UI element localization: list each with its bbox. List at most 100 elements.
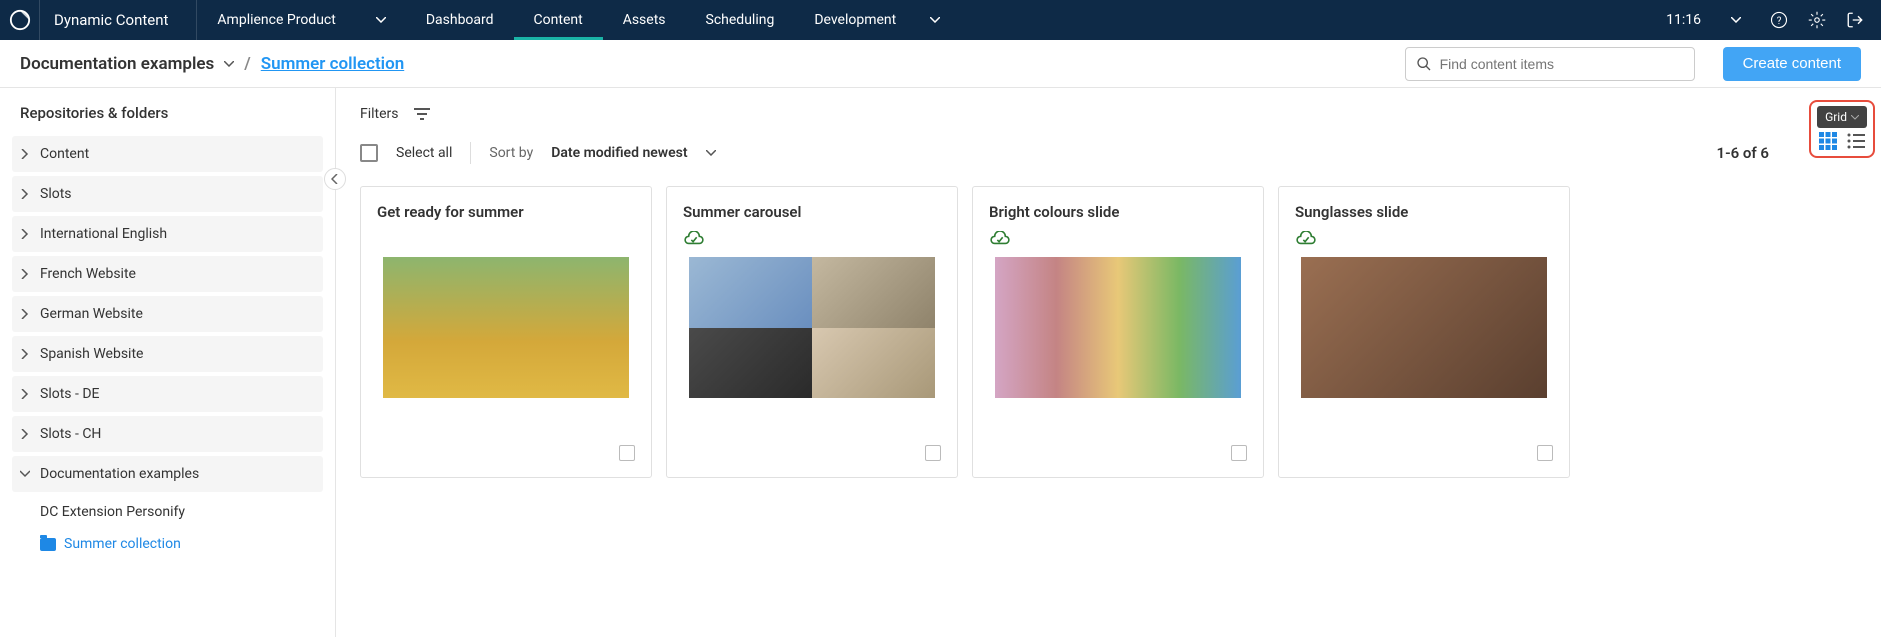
tree-item[interactable]: German Website [12,296,323,332]
tree-item-label: French Website [40,266,136,282]
chevron-right-icon [20,229,30,239]
tree-item[interactable]: Slots - DE [12,376,323,412]
card-thumbnail [995,257,1241,398]
select-all-label[interactable]: Select all [396,145,452,161]
cards-grid: Get ready for summer Summer carousel Brigh… [360,186,1857,478]
content-card[interactable]: Bright colours slide [972,186,1264,478]
chevron-down-icon[interactable] [706,150,716,156]
breadcrumb-root[interactable]: Documentation examples [20,54,214,74]
content-card[interactable]: Get ready for summer [360,186,652,478]
breadcrumb-sep: / [244,54,250,74]
card-thumbnail [689,257,935,398]
tree-item-label: Slots [40,186,72,202]
tree-item-label: Spanish Website [40,346,143,362]
tree-item-label: German Website [40,306,143,322]
chevron-right-icon [20,429,30,439]
main-area: Repositories & folders Content Slots Inter… [0,88,1881,637]
product-switcher[interactable]: Amplience Product [197,12,405,28]
development-label: Development [814,12,896,28]
chevron-down-icon [1851,115,1859,120]
top-nav: Dynamic Content Amplience Product Dashbo… [0,0,1881,40]
list-view-icon[interactable] [1847,132,1865,150]
nav-tabs: Dashboard Content Assets Scheduling [406,0,795,40]
chevron-right-icon [20,309,30,319]
product-label: Amplience Product [217,12,335,28]
tree-item[interactable]: Content [12,136,323,172]
card-title: Sunglasses slide [1295,203,1553,221]
help-icon[interactable]: ? [1769,10,1789,30]
select-all-checkbox[interactable] [360,144,378,162]
chevron-down-icon[interactable] [224,61,234,67]
search-icon [1416,56,1432,72]
app-logo[interactable] [0,0,40,40]
chevron-down-icon [1731,17,1741,23]
breadcrumb: Documentation examples / Summer collecti… [20,54,404,74]
nav-right: 11:16 ? [1666,10,1881,30]
filters-row: Filters [360,106,1857,122]
content-card[interactable]: Summer carousel [666,186,958,478]
card-checkbox[interactable] [619,445,635,461]
published-badge [683,231,941,247]
sort-by-label: Sort by [489,145,533,161]
filters-label[interactable]: Filters [360,106,399,122]
breadcrumb-bar: Documentation examples / Summer collecti… [0,40,1881,88]
tab-content[interactable]: Content [514,0,603,40]
collapse-sidebar-button[interactable] [324,168,346,190]
create-content-button[interactable]: Create content [1723,47,1861,81]
chevron-left-icon [331,174,339,184]
gear-icon[interactable] [1807,10,1827,30]
content-card[interactable]: Sunglasses slide [1278,186,1570,478]
breadcrumb-current[interactable]: Summer collection [261,54,404,74]
grid-view-icon[interactable] [1819,132,1837,150]
brand-name[interactable]: Dynamic Content [40,0,197,40]
result-count: 1-6 of 6 [1717,144,1770,162]
development-menu[interactable]: Development [794,12,960,28]
sidebar: Repositories & folders Content Slots Inter… [0,88,336,637]
cloud-published-icon [683,231,705,247]
svg-text:?: ? [1777,16,1782,27]
tab-scheduling[interactable]: Scheduling [686,0,795,40]
tree-sub-label: Summer collection [64,536,181,552]
card-checkbox[interactable] [1231,445,1247,461]
card-title: Summer carousel [683,203,941,221]
grid-tooltip: Grid [1817,106,1867,128]
published-badge [1295,231,1553,247]
card-thumbnail [1301,257,1547,398]
chevron-right-icon [20,189,30,199]
tree-sub-item[interactable]: Summer collection [12,528,323,560]
time-display[interactable]: 11:16 [1666,12,1751,28]
filter-icon[interactable] [413,107,431,121]
chevron-right-icon [20,389,30,399]
tree-item[interactable]: Documentation examples [12,456,323,492]
view-toggle-highlight: Grid [1809,100,1875,158]
card-title: Bright colours slide [989,203,1247,221]
card-checkbox[interactable] [925,445,941,461]
chevron-down-icon [20,469,30,479]
card-checkbox[interactable] [1537,445,1553,461]
tree-item[interactable]: French Website [12,256,323,292]
time-value: 11:16 [1666,12,1701,28]
logout-icon[interactable] [1845,10,1865,30]
tab-assets[interactable]: Assets [603,0,686,40]
tree-item[interactable]: Spanish Website [12,336,323,372]
divider [470,142,471,164]
sort-value[interactable]: Date modified newest [551,145,687,161]
tab-dashboard[interactable]: Dashboard [406,0,514,40]
chevron-down-icon [376,17,386,23]
chevron-right-icon [20,269,30,279]
search-input[interactable] [1440,56,1684,72]
tree-item[interactable]: Slots [12,176,323,212]
sidebar-title: Repositories & folders [12,104,323,136]
tree-item[interactable]: International English [12,216,323,252]
cloud-published-icon [989,231,1011,247]
card-title: Get ready for summer [377,203,635,221]
search-box[interactable] [1405,47,1695,81]
tree-item[interactable]: Slots - CH [12,416,323,452]
tree-sub-label: DC Extension Personify [40,504,185,520]
tree-sub-item[interactable]: DC Extension Personify [12,496,323,528]
tree-item-label: Slots - DE [40,386,99,402]
chevron-right-icon [20,149,30,159]
chevron-down-icon [930,17,940,23]
tree-item-label: Documentation examples [40,466,199,482]
toolbar: Select all Sort by Date modified newest … [360,142,1857,164]
